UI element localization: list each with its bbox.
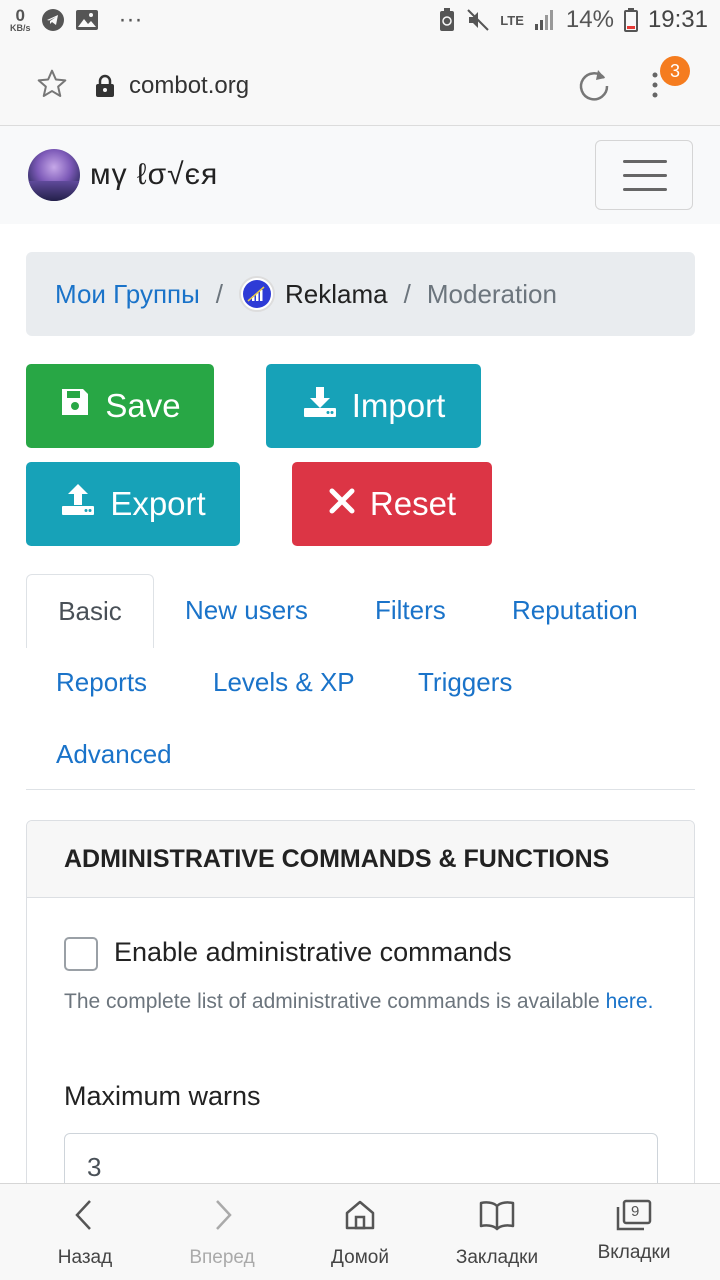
reload-icon[interactable] xyxy=(576,66,612,107)
save-button[interactable]: Save xyxy=(26,364,214,448)
enable-admin-commands-checkbox[interactable] xyxy=(64,937,98,971)
user-avatar[interactable] xyxy=(28,149,80,201)
group-chart-icon xyxy=(239,276,276,312)
breadcrumb-separator: / xyxy=(403,278,411,309)
reset-button[interactable]: Reset xyxy=(292,462,492,546)
nav-back-button[interactable]: Назад xyxy=(15,1198,155,1269)
breadcrumb-my-groups[interactable]: Мои Группы xyxy=(55,279,200,310)
import-button[interactable]: Import xyxy=(266,364,481,448)
tab-triggers[interactable]: Triggers xyxy=(418,667,512,698)
telegram-icon xyxy=(41,8,65,32)
tab-advanced[interactable]: Advanced xyxy=(56,739,172,770)
bookmark-star-icon[interactable] xyxy=(36,68,68,105)
breadcrumb-group-name: Reklama xyxy=(285,278,388,309)
mute-icon xyxy=(466,8,490,32)
browser-bottom-nav: Назад Вперед Домой Закладки 9 Вкладки xyxy=(0,1183,720,1280)
breadcrumb-group[interactable]: Reklama xyxy=(239,276,388,312)
battery-icon xyxy=(623,8,638,32)
help-link[interactable]: here. xyxy=(606,990,654,1013)
book-icon xyxy=(478,1198,516,1237)
nav-back-label: Назад xyxy=(57,1247,113,1268)
hamburger-line-icon xyxy=(623,188,667,191)
export-button[interactable]: Export xyxy=(26,462,240,546)
tab-levels-xp[interactable]: Levels & XP xyxy=(213,667,355,698)
nav-home-label: Домой xyxy=(331,1247,389,1268)
clock: 19:31 xyxy=(647,6,708,33)
hamburger-menu-button[interactable] xyxy=(595,140,693,210)
download-icon xyxy=(302,385,338,427)
tab-basic[interactable]: Basic xyxy=(26,574,154,648)
floppy-disk-icon xyxy=(59,386,91,426)
card-title: ADMINISTRATIVE COMMANDS & FUNCTIONS xyxy=(27,821,694,898)
tab-new-users[interactable]: New users xyxy=(185,595,308,626)
export-label: Export xyxy=(110,485,206,522)
close-icon xyxy=(328,485,356,523)
tab-count: 9 xyxy=(631,1203,640,1220)
nav-tabs-button[interactable]: 9 Вкладки xyxy=(564,1198,704,1264)
nav-forward-button[interactable]: Вперед xyxy=(152,1198,292,1269)
hamburger-line-icon xyxy=(623,160,667,163)
browser-address-bar: combot.org 3 xyxy=(0,44,720,126)
nav-bookmarks-button[interactable]: Закладки xyxy=(427,1198,567,1269)
network-speed: 0 KB/s xyxy=(10,6,31,33)
hamburger-line-icon xyxy=(623,174,667,177)
breadcrumb-current: Moderation xyxy=(426,278,557,309)
gallery-icon xyxy=(75,9,99,31)
help-description: The complete list of administrative comm… xyxy=(64,990,600,1013)
lock-icon xyxy=(94,74,116,103)
nav-tabs-label: Вкладки xyxy=(597,1242,671,1263)
notification-badge: 3 xyxy=(660,56,690,86)
nav-home-button[interactable]: Домой xyxy=(290,1198,430,1269)
enable-admin-commands-label[interactable]: Enable administrative commands xyxy=(114,937,512,968)
url-text[interactable]: combot.org xyxy=(129,72,249,100)
battery-percent: 14% xyxy=(565,6,614,33)
network-type: LTE xyxy=(500,12,524,28)
max-warns-label: Maximum warns xyxy=(64,1081,261,1111)
import-label: Import xyxy=(351,387,446,424)
home-icon xyxy=(343,1198,377,1237)
signal-icon xyxy=(534,9,556,31)
help-text: The complete list of administrative comm… xyxy=(64,985,664,1018)
tab-reputation[interactable]: Reputation xyxy=(512,595,638,626)
upload-icon xyxy=(60,483,96,525)
status-bar: 0 KB/s ··· LTE 14% 19:31 xyxy=(0,0,720,44)
save-label: Save xyxy=(105,387,181,424)
tabs-divider xyxy=(26,789,695,790)
chevron-right-icon xyxy=(207,1198,237,1237)
tab-reports[interactable]: Reports xyxy=(56,667,147,698)
breadcrumb: Мои Группы / Reklama / Moderation xyxy=(26,252,695,336)
breadcrumb-separator: / xyxy=(215,278,224,309)
site-navbar: мγ ℓσ√єя xyxy=(0,126,720,224)
chevron-left-icon xyxy=(70,1198,100,1237)
browser-menu-icon[interactable] xyxy=(650,70,660,105)
recycle-battery-icon xyxy=(438,8,456,32)
user-name[interactable]: мγ ℓσ√єя xyxy=(90,158,218,192)
admin-commands-card: ADMINISTRATIVE COMMANDS & FUNCTIONS Enab… xyxy=(26,820,695,1240)
tabs-icon: 9 xyxy=(615,1198,653,1232)
nav-forward-label: Вперед xyxy=(189,1247,255,1268)
nav-bookmarks-label: Закладки xyxy=(455,1247,539,1268)
more-notifications-icon: ··· xyxy=(118,6,143,33)
reset-label: Reset xyxy=(369,485,457,522)
tab-filters[interactable]: Filters xyxy=(375,595,446,626)
